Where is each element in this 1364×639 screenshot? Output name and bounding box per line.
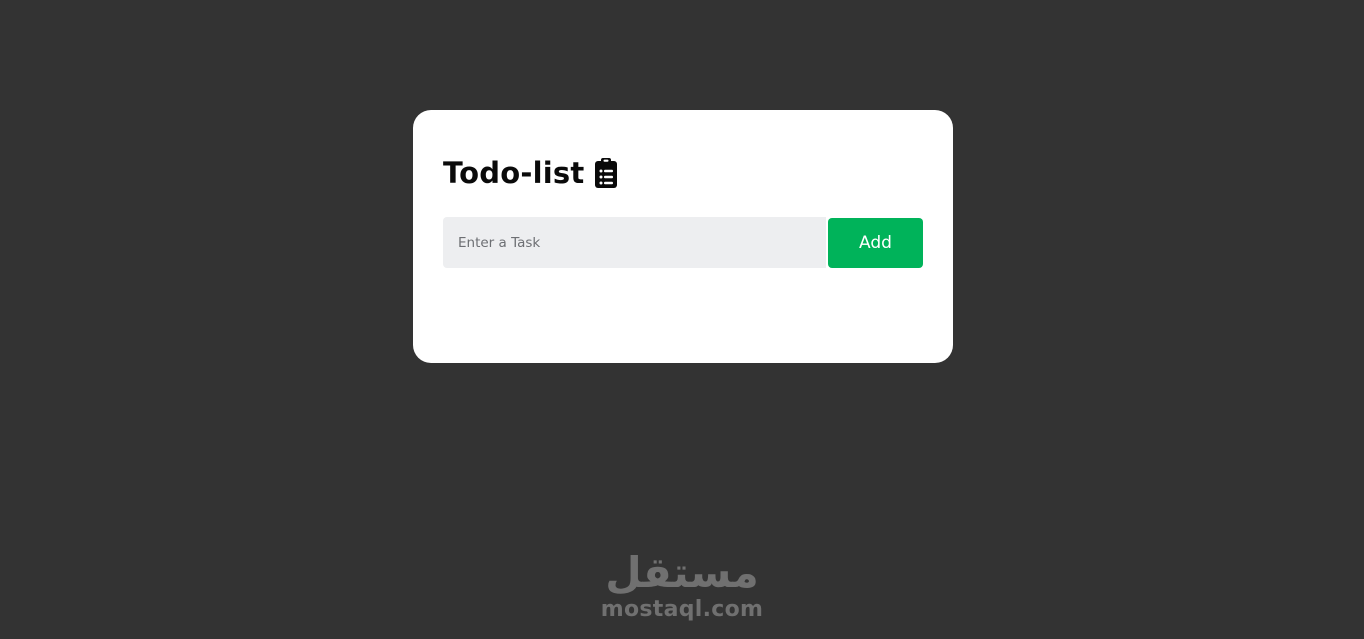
task-input[interactable]: [443, 217, 826, 268]
todo-card: Todo-list Add: [413, 110, 953, 363]
page-title: Todo-list: [443, 156, 585, 190]
title-row: Todo-list: [443, 154, 923, 192]
task-form: Add: [443, 217, 923, 268]
watermark-latin-text: mostaql.com: [600, 597, 764, 622]
clipboard-list-icon: [594, 157, 618, 189]
mostaql-watermark: مستقل mostaql.com: [596, 548, 768, 626]
add-button[interactable]: Add: [828, 218, 923, 268]
watermark-arabic-text: مستقل: [605, 548, 759, 597]
